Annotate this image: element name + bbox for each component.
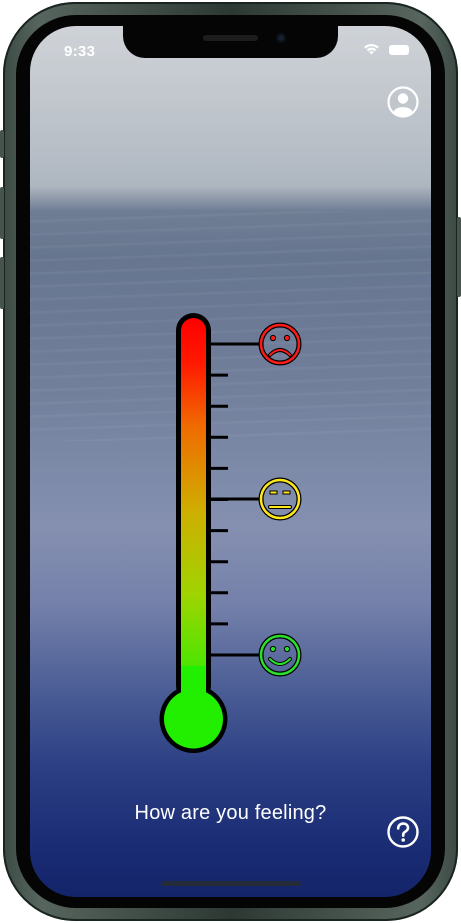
- neutral-face-icon[interactable]: [211, 477, 302, 521]
- home-indicator[interactable]: [161, 881, 301, 886]
- mood-prompt: How are you feeling?: [134, 802, 327, 824]
- mood-thermometer[interactable]: [30, 26, 431, 897]
- sad-face-icon[interactable]: [211, 322, 302, 366]
- volume-up-button: [0, 187, 4, 239]
- power-button: [457, 217, 461, 297]
- happy-face-icon[interactable]: [211, 633, 302, 677]
- thermometer-neck: [181, 666, 206, 706]
- help-icon: [387, 816, 419, 848]
- help-button[interactable]: [387, 816, 419, 848]
- volume-down-button: [0, 257, 4, 309]
- app-screen: 9:33 How are you feeling?: [30, 26, 431, 897]
- mute-switch: [0, 130, 4, 158]
- thermometer-fill: [181, 318, 206, 703]
